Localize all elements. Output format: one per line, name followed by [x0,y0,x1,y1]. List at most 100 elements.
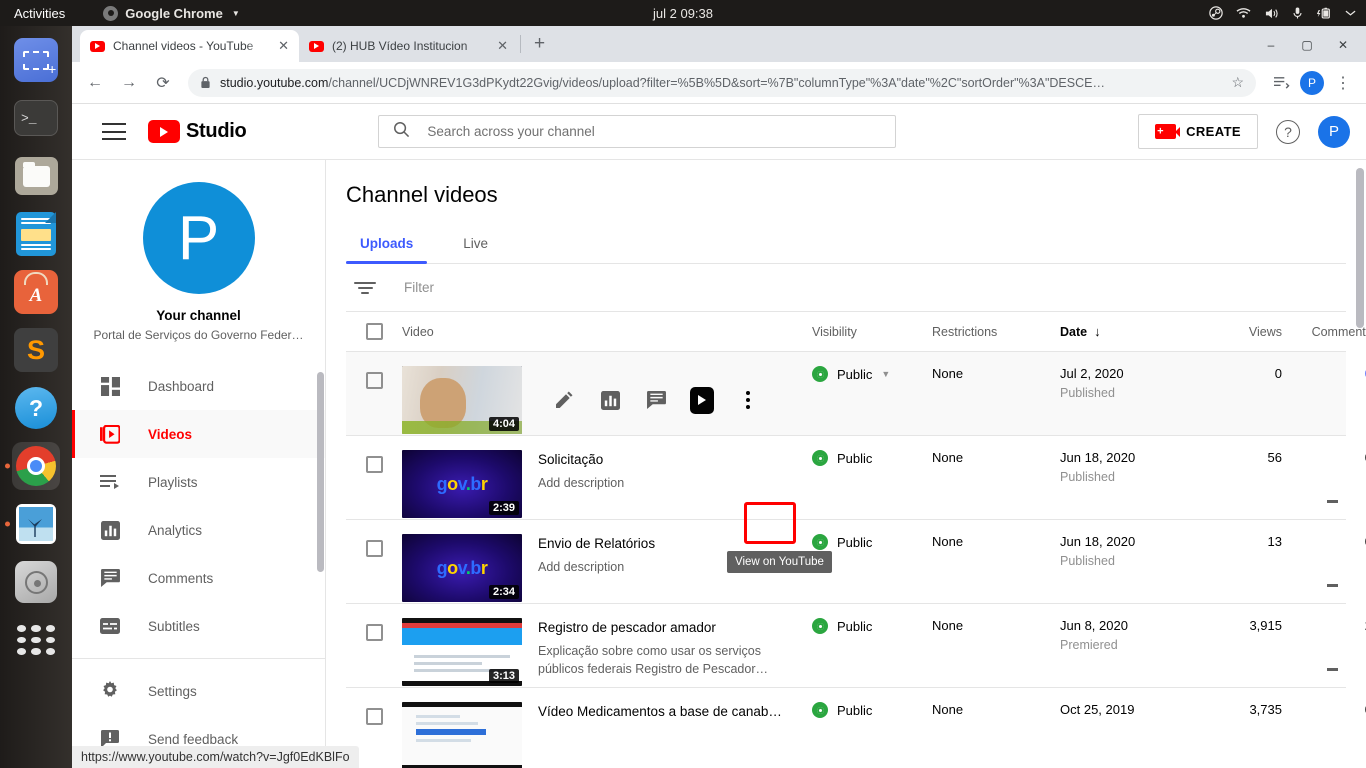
channel-avatar[interactable]: P [143,182,255,294]
back-button[interactable]: ← [80,68,110,98]
sidebar-item-videos[interactable]: Videos [72,410,325,458]
dock-item-terminal[interactable]: >_ [12,94,60,142]
chrome-menu-icon[interactable]: ⋮ [1328,68,1358,98]
sidebar-item-subtitles[interactable]: Subtitles [72,602,325,650]
video-title[interactable]: Vídeo Medicamentos a base de canab… [538,704,782,719]
analytics-icon[interactable] [598,388,622,412]
activities-button[interactable]: Activities [0,6,79,21]
sidebar-item-dashboard[interactable]: Dashboard [72,362,325,410]
dock-item-disk-utility[interactable] [12,558,60,606]
row-checkbox[interactable] [366,456,383,473]
bookmark-star-icon[interactable]: ☆ [1231,74,1244,91]
forward-button[interactable]: → [114,68,144,98]
visibility-cell[interactable]: Public [812,450,932,466]
select-all-checkbox[interactable] [366,323,383,340]
view-on-youtube-icon[interactable] [690,388,714,412]
dock-item-google-chrome[interactable] [12,442,60,490]
browser-tab-1[interactable]: Channel videos - YouTube ✕ [80,30,299,62]
dock-item-image-viewer[interactable] [12,500,60,548]
more-options-icon[interactable] [736,388,760,412]
visibility-cell[interactable]: Public▼ [812,366,932,382]
dock-item-files[interactable] [12,152,60,200]
edit-icon[interactable] [552,388,576,412]
app-menu[interactable]: Google Chrome ▼ [103,6,239,21]
main-scrollbar[interactable] [1356,168,1364,328]
video-title[interactable]: Envio de Relatórios [538,536,655,551]
gear-icon [98,679,122,703]
sidebar-scrollbar[interactable] [317,372,324,572]
dock-item-sublime-text[interactable]: S [12,326,60,374]
sidebar-item-settings[interactable]: Settings [72,667,325,715]
reload-button[interactable]: ⟳ [148,68,178,98]
filter-input[interactable]: Filter [404,280,434,295]
visibility-cell[interactable]: Public [812,534,932,550]
table-row[interactable]: 4:04 [346,352,1346,436]
column-comments[interactable]: Comments [1282,325,1366,339]
system-menu-caret-icon[interactable] [1345,9,1356,17]
video-description[interactable]: Explicação sobre como usar os serviços p… [538,642,802,678]
close-window-button[interactable]: ✕ [1326,32,1360,58]
channel-search-box[interactable] [378,115,896,148]
reading-list-icon[interactable] [1266,68,1296,98]
sidebar-item-comments[interactable]: Comments [72,554,325,602]
search-input[interactable] [427,124,881,139]
comments-cell[interactable]: 0 [1282,366,1366,381]
date-cell: Jul 2, 2020 Published [1060,366,1190,400]
sidebar-item-analytics[interactable]: Analytics [72,506,325,554]
studio-logo[interactable]: Studio [148,120,246,143]
column-restrictions[interactable]: Restrictions [932,325,1060,339]
comments-icon[interactable] [644,388,668,412]
column-views[interactable]: Views [1190,325,1282,339]
close-icon[interactable]: ✕ [497,38,508,54]
column-visibility[interactable]: Visibility [812,325,932,339]
table-row[interactable]: 3:13 Registro de pescador amador Explica… [346,604,1346,688]
dock-item-screenshot-tool[interactable] [12,36,60,84]
maximize-button[interactable]: ▢ [1290,32,1324,58]
new-tab-button[interactable]: + [523,33,556,55]
video-title[interactable]: Solicitação [538,452,624,467]
table-row[interactable]: gov.br 2:39 Solicitação Add description … [346,436,1346,520]
date-value: Jun 18, 2020 [1060,450,1190,465]
video-description[interactable]: Add description [538,558,655,576]
column-date[interactable]: Date↓ [1060,324,1190,339]
studio-sidebar: P Your channel Portal de Serviços do Gov… [72,160,326,768]
video-thumbnail[interactable]: 4:04 [402,366,522,434]
row-checkbox[interactable] [366,372,383,389]
video-description[interactable]: Add description [538,474,624,492]
dock-item-show-applications[interactable] [12,616,60,664]
hamburger-menu-icon[interactable] [102,123,126,140]
row-checkbox[interactable] [366,708,383,725]
row-hover-actions [552,380,760,420]
filter-bar[interactable]: Filter [346,264,1346,312]
govbr-logo: gov.br [437,558,488,579]
video-thumbnail[interactable]: 3:13 [402,618,522,686]
dock-item-libreoffice[interactable] [12,210,60,258]
chevron-down-icon[interactable]: ▼ [881,369,890,379]
address-bar[interactable]: studio.youtube.com/channel/UCDjWNREV1G3d… [188,69,1256,97]
video-thumbnail[interactable]: gov.br 2:34 [402,534,522,602]
dock-item-ubuntu-software[interactable]: A [12,268,60,316]
row-checkbox[interactable] [366,540,383,557]
create-button[interactable]: CREATE [1138,114,1258,149]
video-title[interactable]: Registro de pescador amador [538,620,798,635]
tab-uploads[interactable]: Uploads [346,224,427,263]
help-icon[interactable]: ? [1276,120,1300,144]
videos-icon [98,422,122,446]
video-thumbnail[interactable]: gov.br 2:39 [402,450,522,518]
minimize-button[interactable]: – [1254,32,1288,58]
browser-profile-avatar[interactable]: P [1300,71,1324,95]
account-avatar[interactable]: P [1318,116,1350,148]
tab-live[interactable]: Live [449,224,502,263]
table-row[interactable]: Vídeo Medicamentos a base de canab… Publ… [346,688,1346,768]
close-icon[interactable]: ✕ [278,38,289,54]
sidebar-item-playlists[interactable]: Playlists [72,458,325,506]
table-row[interactable]: gov.br 2:34 Envio de Relatórios Add desc… [346,520,1346,604]
dock-item-help[interactable]: ? [12,384,60,432]
column-video[interactable]: Video [402,325,812,339]
visibility-cell[interactable]: Public [812,702,932,718]
visibility-cell[interactable]: Public [812,618,932,634]
browser-tab-2[interactable]: (2) HUB Vídeo Institucion ✕ [299,30,518,62]
row-checkbox[interactable] [366,624,383,641]
system-tray[interactable] [1209,6,1356,20]
video-thumbnail[interactable] [402,702,522,768]
